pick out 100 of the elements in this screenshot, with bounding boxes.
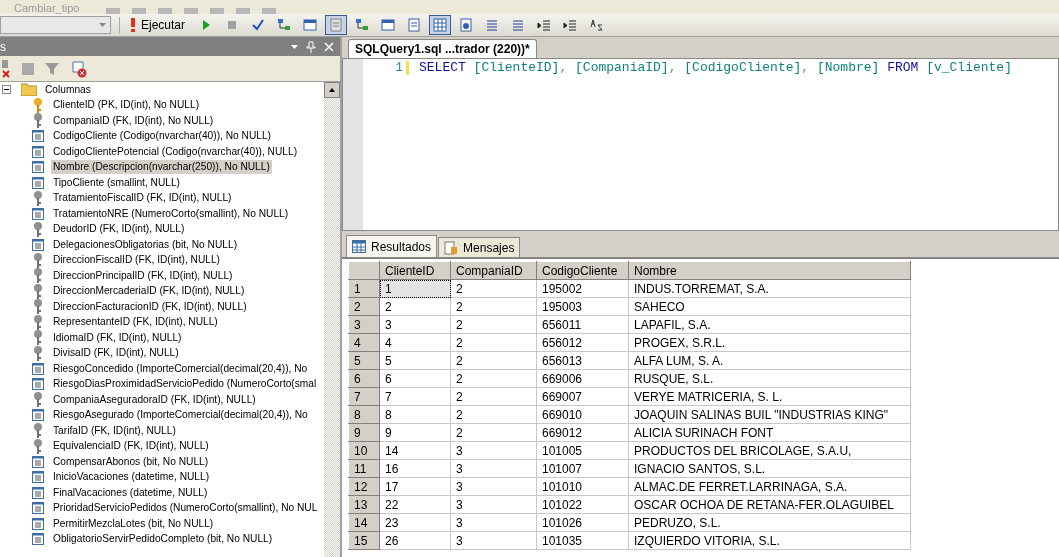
scroll-up-button[interactable] — [324, 82, 340, 98]
table-cell: RUSQUE, S.L. — [628, 369, 911, 388]
execute-button[interactable]: Ejecutar — [128, 15, 192, 35]
table-cell: 669010 — [536, 405, 629, 424]
tree-item[interactable]: RiesgoDiasProximidadServicioPedido (NumeroCorto(smal — [51, 377, 319, 392]
tree-item[interactable]: TratamientoNRE (NumeroCorto(smallint), No NULL) — [51, 206, 291, 221]
filter-icon[interactable] — [44, 60, 60, 77]
disconnect-icon[interactable] — [2, 59, 12, 78]
tree-item[interactable]: RiesgoConcedido (ImporteComercial(decimal(20,4)), No — [51, 361, 310, 376]
column-icon — [32, 207, 44, 220]
table-cell: 195002 — [536, 279, 629, 298]
table-cell: PEDRUZO, S.L. — [628, 513, 911, 532]
database-combo[interactable] — [0, 16, 111, 34]
table-cell: 4 — [379, 333, 451, 352]
grid-icon — [432, 17, 449, 33]
table-cell: 3 — [450, 495, 537, 514]
table-cell: 3 — [450, 477, 537, 496]
table-cell: 2 — [450, 279, 537, 298]
table-cell: 669007 — [536, 387, 629, 406]
close-icon[interactable] — [324, 41, 334, 52]
key-icon — [32, 423, 44, 439]
column-header[interactable]: ClienteID — [379, 261, 451, 280]
table-cell: 101007 — [536, 459, 629, 478]
tree-item[interactable]: TarifaID (FK, ID(int), NULL) — [51, 423, 178, 438]
text-icon — [406, 17, 423, 33]
tree-item[interactable]: ClienteID (PK, ID(int), No NULL) — [51, 98, 202, 113]
tree-item[interactable]: RepresentanteID (FK, ID(int), NULL) — [51, 315, 220, 330]
table-cell: 26 — [379, 531, 451, 550]
tree-item[interactable]: Nombre (Descripcion(nvarchar(250)), No NULL) — [51, 160, 272, 175]
table-cell: 2 — [450, 351, 537, 370]
table-cell: PROGEX, S.R.L. — [628, 333, 911, 352]
column-header[interactable]: Nombre — [628, 261, 911, 280]
column-header[interactable]: CodigoCliente — [536, 261, 629, 280]
panel-button[interactable] — [325, 15, 348, 35]
table-cell: OSCAR OCHOA DE RETANA-FER.OLAGUIBEL — [628, 495, 911, 514]
tree-item[interactable]: DivisaID (FK, ID(int), NULL) — [51, 346, 181, 361]
tree-item[interactable]: DireccionPrincipalID (FK, ID(int), NULL) — [51, 268, 235, 283]
tree-item[interactable]: ObligatorioServirPedidoCompleto (bit, No NULL) — [51, 532, 275, 547]
script-icon[interactable] — [70, 59, 88, 78]
panel-icon — [328, 17, 345, 33]
tree-item[interactable]: TipoCliente (smallint, NULL) — [51, 175, 182, 190]
pin-icon[interactable] — [306, 40, 316, 53]
abc-icon — [588, 17, 605, 33]
dropdown-icon[interactable] — [291, 44, 298, 49]
key-icon — [32, 221, 44, 237]
column-icon — [32, 486, 44, 499]
table-cell: 3 — [450, 531, 537, 550]
key-icon — [32, 190, 44, 206]
table-cell: 656011 — [536, 315, 629, 334]
tree-item[interactable]: PermitirMezclaLotes (bit, No NULL) — [51, 516, 216, 531]
column-header[interactable]: CompaniaID — [450, 261, 537, 280]
tree-item[interactable]: Columnas — [43, 82, 93, 97]
tree-item[interactable]: IdiomaID (FK, ID(int), NULL) — [51, 330, 184, 345]
table-cell: PRODUCTOS DEL BRICOLAGE, S.A.U, — [628, 441, 911, 460]
tree-item[interactable]: CodigoCliente (Codigo(nvarchar(40)), No NULL) — [51, 129, 273, 144]
indent-icon — [536, 17, 553, 33]
tree-item[interactable]: TratamientoFiscalID (FK, ID(int), NULL) — [51, 191, 234, 206]
table-cell: 2 — [450, 387, 537, 406]
scrollbar[interactable] — [324, 82, 340, 557]
tree-item[interactable]: EquivalenciaID (FK, ID(int), NULL) — [51, 439, 211, 454]
tree-item[interactable]: RiesgoAsegurado (ImporteComercial(decimal(20,4)), No — [51, 408, 310, 423]
table-cell: 2 — [379, 297, 451, 316]
table-cell: 101022 — [536, 495, 629, 514]
table-cell: 16 — [379, 459, 451, 478]
key-icon — [32, 299, 44, 315]
tree-item[interactable]: FinalVacaciones (datetime, NULL) — [51, 485, 210, 500]
column-icon — [32, 533, 44, 546]
tree-item[interactable]: InicioVacaciones (datetime, NULL) — [51, 470, 212, 485]
tree-item[interactable]: PrioridadServicioPedidos (NumeroCorto(smallint), No NUL — [51, 501, 320, 516]
tree-item[interactable]: DelegacionesObligatorias (bit, No NULL) — [51, 237, 240, 252]
tree-item[interactable]: DireccionFiscalID (FK, ID(int), NULL) — [51, 253, 222, 268]
table-cell: INDUS.TORREMAT, S.A. — [628, 279, 911, 298]
exclamation-icon — [130, 18, 136, 32]
tree-item[interactable]: DireccionMercaderiaID (FK, ID(int), NULL) — [51, 284, 247, 299]
tree-item[interactable]: CodigoClientePotencial (Codigo(nvarchar(40)), NULL) — [51, 144, 300, 159]
dropdown-arrow-icon[interactable] — [99, 23, 106, 27]
tree-item[interactable]: DireccionFacturacionID (FK, ID(int), NULL) — [51, 299, 249, 314]
stop-icon[interactable] — [22, 62, 34, 75]
document-tab[interactable]: SQLQuery1.sql ...trador (220))* — [348, 39, 537, 58]
result-tab[interactable]: Resultados — [346, 235, 438, 257]
grid-button[interactable] — [429, 15, 452, 35]
column-icon — [32, 378, 44, 391]
window-icon — [302, 17, 319, 33]
key-icon — [32, 268, 44, 284]
column-icon — [32, 130, 44, 143]
table-cell: 2 — [450, 333, 537, 352]
tree-item[interactable]: CompensarAbonos (bit, No NULL) — [51, 454, 211, 469]
plan-icon — [276, 17, 293, 33]
key-icon — [32, 345, 44, 361]
table-cell: JOAQUIN SALINAS BUIL "INDUSTRIAS KING" — [628, 405, 911, 424]
messages-icon — [444, 240, 459, 255]
column-icon — [32, 362, 44, 375]
table-cell: 669012 — [536, 423, 629, 442]
tree-item[interactable]: CompaniaAseguradoraID (FK, ID(int), NULL) — [51, 392, 258, 407]
tree-item[interactable]: DeudorID (FK, ID(int), NULL) — [51, 222, 187, 237]
result-tab[interactable]: Mensajes — [438, 237, 521, 257]
collapse-toggle[interactable] — [2, 85, 11, 95]
key-icon — [32, 392, 44, 408]
table-cell: 5 — [379, 351, 451, 370]
tree-item[interactable]: CompaniaID (FK, ID(int), No NULL) — [51, 113, 216, 128]
